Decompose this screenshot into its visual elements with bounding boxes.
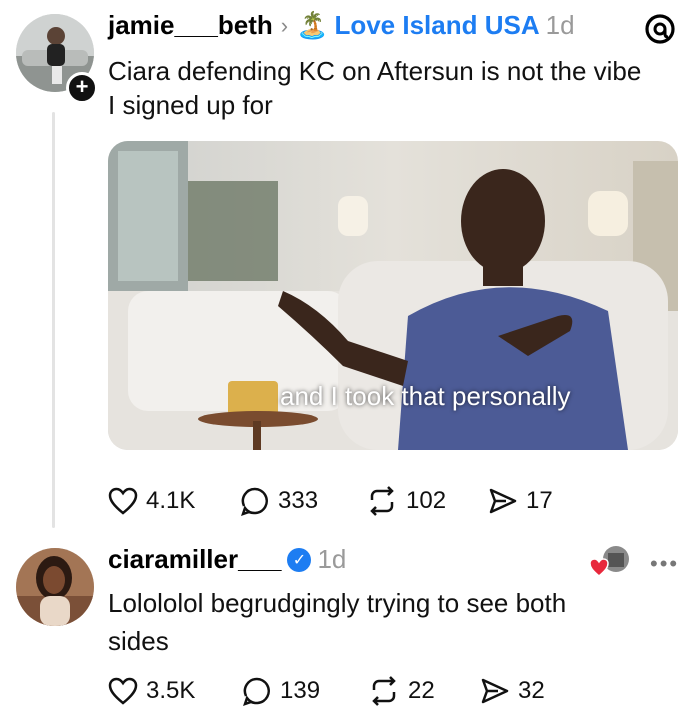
verified-icon: ✓ — [287, 547, 312, 572]
follow-plus-icon[interactable]: + — [66, 72, 98, 104]
heart-icon — [108, 677, 138, 705]
avatar-image — [16, 548, 94, 626]
video-caption: and I took that personally — [280, 381, 571, 412]
repost-button[interactable]: 102 — [366, 486, 488, 516]
post-time: 1d — [545, 10, 575, 40]
post-time: 1d — [317, 544, 347, 574]
share-button[interactable]: 17 — [488, 487, 553, 515]
repost-count: 102 — [406, 487, 447, 514]
like-count: 3.5K — [146, 677, 196, 704]
post-body: Lolololol begrudgingly trying to see bot… — [108, 584, 668, 660]
threads-logo-icon[interactable] — [643, 12, 677, 46]
video-media[interactable]: and I took that personally — [108, 141, 678, 450]
liked-by-author-icon — [589, 545, 632, 579]
share-count: 32 — [518, 677, 545, 704]
avatar-ciara[interactable] — [16, 548, 94, 626]
share-icon — [481, 678, 509, 704]
palm-island-icon: 🏝️ — [296, 10, 329, 40]
reply-icon — [241, 487, 268, 516]
share-count: 17 — [526, 487, 553, 514]
reply-count: 139 — [280, 677, 321, 704]
post-text-line: Lolololol begrudgingly trying to see bot… — [108, 588, 567, 618]
more-options-icon[interactable]: ••• — [650, 551, 679, 577]
caption-text: and I took that personally — [280, 381, 571, 411]
repost-icon — [372, 676, 396, 706]
heart-icon — [108, 487, 138, 515]
community-link[interactable]: Love Island USA — [334, 10, 539, 41]
username[interactable]: ciaramiller___ — [108, 544, 281, 575]
post-text-line: sides — [108, 626, 169, 656]
post-body: Ciara defending KC on Aftersun is not th… — [108, 54, 678, 122]
post-actions: 3.5K 139 22 32 — [108, 676, 545, 706]
repost-button[interactable]: 22 — [368, 676, 480, 706]
post-actions: 4.1K 333 102 17 — [108, 486, 553, 516]
share-icon — [489, 488, 517, 514]
repost-count: 22 — [408, 677, 435, 704]
reply-button[interactable]: 139 — [242, 676, 368, 706]
username[interactable]: jamie___beth — [108, 10, 273, 41]
repost-icon — [370, 486, 394, 516]
post-text-line: I signed up for — [108, 90, 273, 120]
share-button[interactable]: 32 — [480, 677, 545, 705]
breadcrumb-separator: › — [280, 12, 289, 38]
reply-count: 333 — [278, 487, 319, 514]
post-header: ciaramiller___ ✓ 1d — [108, 544, 346, 575]
post-header: jamie___beth › 🏝️ Love Island USA 1d — [108, 10, 575, 41]
like-button[interactable]: 4.1K — [108, 487, 240, 515]
like-button[interactable]: 3.5K — [108, 677, 242, 705]
like-count: 4.1K — [146, 487, 196, 514]
post-text-line: Ciara defending KC on Aftersun is not th… — [108, 56, 642, 86]
thread-connector-line — [52, 112, 55, 528]
reply-icon — [243, 677, 270, 706]
reply-button[interactable]: 333 — [240, 486, 366, 516]
